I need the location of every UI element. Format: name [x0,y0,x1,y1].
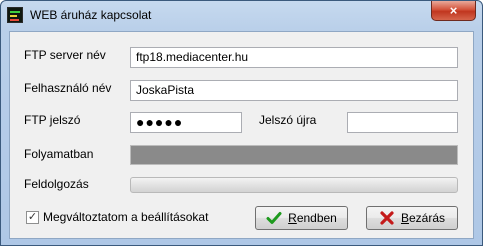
window-title: WEB áruház kapcsolat [30,8,152,22]
red-x-icon [380,211,394,225]
processing-label: Feldolgozás [24,177,89,191]
ftp-server-label: FTP server név [24,48,106,62]
remember-settings-label[interactable]: Megváltoztatom a beállításokat [43,210,208,224]
close-dialog-button[interactable]: Bezárás [366,206,458,230]
in-progress-bar [130,145,458,165]
ftp-server-input[interactable]: ftp18.mediacenter.hu [130,47,458,68]
in-progress-label: Folyamatban [24,147,94,161]
close-icon: × [449,3,458,18]
app-icon [7,7,23,23]
processing-progress-bar [130,177,458,193]
username-input[interactable]: JoskaPista [130,80,458,101]
remember-settings-checkbox[interactable]: ✓ [26,211,39,224]
window-close-button[interactable]: × [431,1,476,21]
ftp-password-input[interactable]: ●●●●● [130,112,242,133]
ok-button[interactable]: Rendben [255,206,348,230]
dialog-window: WEB áruház kapcsolat × FTP server név ft… [0,0,483,246]
password-again-label: Jelszó újra [259,113,317,127]
username-label: Felhasználó név [24,81,112,95]
ok-button-label: Rendben [288,211,337,225]
password-again-input[interactable] [347,112,458,133]
checkmark-icon: ✓ [27,211,38,223]
ftp-password-label: FTP jelszó [24,113,81,127]
close-button-label: Bezárás [400,211,446,225]
title-bar[interactable]: WEB áruház kapcsolat × [1,1,482,31]
dialog-body: FTP server név ftp18.mediacenter.hu Felh… [9,31,474,239]
green-check-icon [266,212,282,224]
